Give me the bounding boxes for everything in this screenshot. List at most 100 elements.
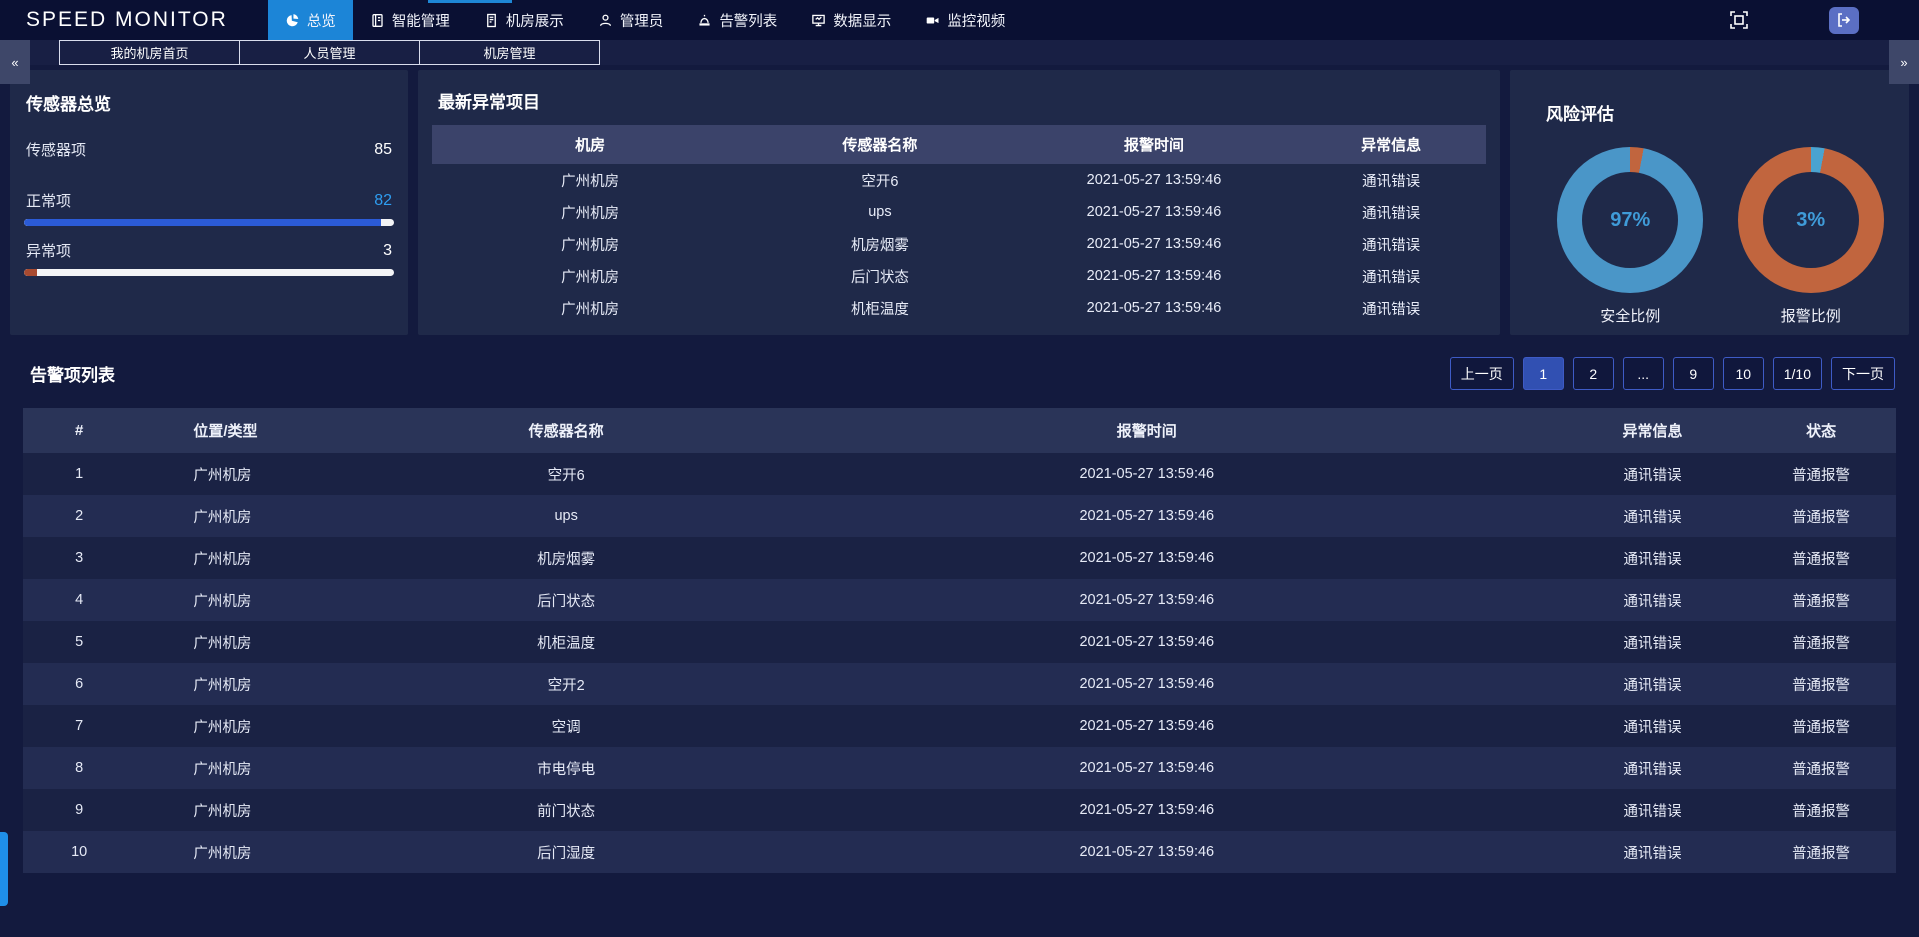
pagination: 上一页 12... 9 10 1/10 下一页 [1450,357,1895,390]
table-row: 1广州机房空开62021-05-27 13:59:46通讯错误普通报警 [23,453,1896,495]
table-cell: 7 [23,705,135,747]
fullscreen-icon[interactable] [1727,8,1751,32]
column-header: 传感器名称 [748,125,1012,164]
table-row: 广州机房后门状态2021-05-27 13:59:46通讯错误 [432,260,1486,292]
pie-chart-icon [285,13,300,28]
logout-button[interactable] [1829,7,1859,34]
column-header: 异常信息 [1296,125,1486,164]
pagination-next[interactable]: 下一页 [1831,357,1895,390]
alarm-table-wrap: #位置/类型传感器名称报警时间异常信息状态 1广州机房空开62021-05-27… [23,408,1896,873]
nav-item-alarm-list[interactable]: 告警列表 [680,0,794,40]
nav-item-admin[interactable]: 管理员 [581,0,681,40]
tabs-scroll-left-icon[interactable]: « [0,40,30,84]
safe-ratio-donut: 97% [1557,147,1703,293]
navbar-right [1727,0,1919,40]
risk-charts: 97% 安全比例 3% 报警比例 [1510,129,1909,326]
table-cell: 通讯错误 [1559,705,1746,747]
workspace-tab[interactable]: 人员管理 [239,40,420,65]
table-row: 6广州机房空开22021-05-27 13:59:46通讯错误普通报警 [23,663,1896,705]
alarm-list-title: 告警项列表 [30,361,115,386]
risk-title: 风险评估 [1546,100,1909,125]
table-cell: 广州机房 [135,453,397,495]
table-cell: 普通报警 [1746,663,1896,705]
table-cell: 3 [23,537,135,579]
table-cell: 后门状态 [398,579,735,621]
table-cell: 通讯错误 [1559,495,1746,537]
table-cell: 市电停电 [398,747,735,789]
table-cell: 2021-05-27 13:59:46 [735,537,1559,579]
abnormal-progress-bar [24,269,394,276]
app-logo: SPEED MONITOR [0,0,268,40]
table-cell: 广州机房 [135,579,397,621]
alarm-list-header: 告警项列表 上一页 12... 9 10 1/10 下一页 [30,357,1895,390]
table-cell: 通讯错误 [1559,663,1746,705]
table-cell: 广州机房 [135,621,397,663]
pagination-page-10[interactable]: 10 [1723,357,1764,390]
nav-item-label: 监控视频 [947,10,1005,31]
table-row: 广州机房机房烟雾2021-05-27 13:59:46通讯错误 [432,228,1486,260]
tabs-scroll-right-icon[interactable]: » [1889,40,1919,84]
pagination-info: 1/10 [1773,357,1822,390]
workspace-tab[interactable]: 我的机房首页 [59,40,240,65]
workspace-tab[interactable]: 机房管理 [419,40,600,65]
table-cell: 8 [23,747,135,789]
alarm-ratio-chart: 3% 报警比例 [1721,147,1902,326]
table-cell: 空开6 [748,164,1012,196]
column-header: 机房 [432,125,748,164]
alarm-ratio-label: 报警比例 [1781,305,1841,326]
table-cell: 空开6 [398,453,735,495]
table-cell: 2021-05-27 13:59:46 [1012,260,1297,292]
table-cell: 2021-05-27 13:59:46 [1012,164,1297,196]
table-row: 广州机房机柜温度2021-05-27 13:59:46通讯错误 [432,292,1486,324]
pagination-prev[interactable]: 上一页 [1450,357,1514,390]
table-cell: 机柜温度 [748,292,1012,324]
column-header: # [23,408,135,453]
table-cell: 通讯错误 [1559,453,1746,495]
nav-item-label: 总览 [307,10,336,31]
sidebar-toggle-handle[interactable] [0,832,8,906]
table-cell: 通讯错误 [1296,164,1486,196]
table-cell: 2021-05-27 13:59:46 [735,789,1559,831]
alarm-ratio-donut: 3% [1738,147,1884,293]
table-row: 7广州机房空调2021-05-27 13:59:46通讯错误普通报警 [23,705,1896,747]
table-cell: 广州机房 [432,292,748,324]
latest-abnormal-title: 最新异常项目 [438,88,1486,113]
safe-ratio-chart: 97% 安全比例 [1540,147,1721,326]
table-cell: 广州机房 [135,747,397,789]
tab-strip: « 我的机房首页人员管理机房管理 » [0,40,1919,65]
nav-item-label: 管理员 [620,10,664,31]
nav-item-label: 数据显示 [833,10,891,31]
table-cell: 2021-05-27 13:59:46 [735,495,1559,537]
table-cell: 通讯错误 [1559,831,1746,873]
sensor-normal-row: 正常项 82 [26,190,392,211]
nav-item-video[interactable]: 监控视频 [908,0,1022,40]
table-row: 4广州机房后门状态2021-05-27 13:59:46通讯错误普通报警 [23,579,1896,621]
pagination-page-1[interactable]: 1 [1523,357,1564,390]
sensor-abnormal-label: 异常项 [26,240,71,261]
pagination-ellipsis[interactable]: ... [1623,357,1664,390]
nav-item-data-display[interactable]: 数据显示 [794,0,908,40]
nav-item-label: 智能管理 [392,10,450,31]
table-row: 5广州机房机柜温度2021-05-27 13:59:46通讯错误普通报警 [23,621,1896,663]
column-header: 报警时间 [735,408,1559,453]
user-icon [598,13,613,28]
table-cell: 9 [23,789,135,831]
latest-abnormal-header-row: 机房传感器名称报警时间异常信息 [432,125,1486,164]
nav-item-overview[interactable]: 总览 [268,0,353,40]
nav-item-smart-manage[interactable]: 智能管理 [353,0,467,40]
overview-row: 传感器总览 传感器项 85 正常项 82 异常项 3 最新异常项目 [10,70,1909,335]
table-cell: 通讯错误 [1559,747,1746,789]
pagination-page-9[interactable]: 9 [1673,357,1714,390]
table-cell: 2021-05-27 13:59:46 [735,621,1559,663]
alarm-list-section: 告警项列表 上一页 12... 9 10 1/10 下一页 #位置/类型传感器名称报警时间… [10,357,1909,873]
table-row: 2广州机房ups2021-05-27 13:59:46通讯错误普通报警 [23,495,1896,537]
nav-item-room-display[interactable]: 机房展示 [467,0,581,40]
table-row: 广州机房ups2021-05-27 13:59:46通讯错误 [432,196,1486,228]
table-cell: 机房烟雾 [748,228,1012,260]
sensor-abnormal-value: 3 [383,242,392,260]
table-cell: 2021-05-27 13:59:46 [735,705,1559,747]
pagination-page-2[interactable]: 2 [1573,357,1614,390]
table-cell: 普通报警 [1746,705,1896,747]
column-header: 传感器名称 [398,408,735,453]
table-cell: 2021-05-27 13:59:46 [735,663,1559,705]
